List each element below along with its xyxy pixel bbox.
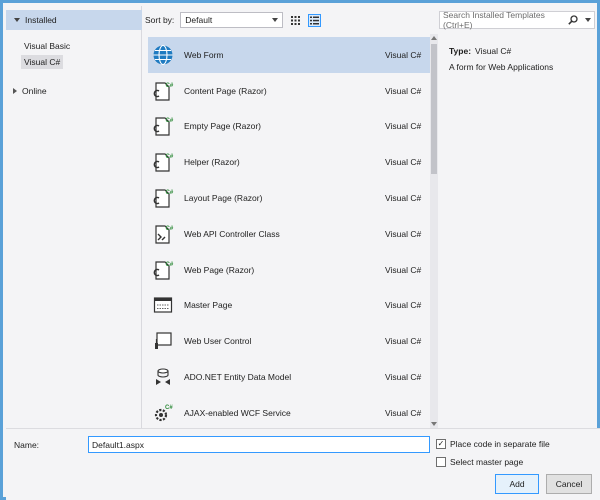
search-icon[interactable] bbox=[568, 15, 578, 25]
cancel-button-label: Cancel bbox=[555, 479, 583, 489]
razor-page-icon: C# bbox=[151, 79, 175, 103]
template-row-web-form[interactable]: Web Form Visual C# bbox=[148, 37, 432, 73]
template-language: Visual C# bbox=[385, 300, 422, 311]
template-details: Type: Visual C# A form for Web Applicati… bbox=[449, 43, 595, 75]
razor-page-icon: C# bbox=[151, 186, 175, 210]
template-row-empty-page-razor[interactable]: C# Empty Page (Razor) Visual C# bbox=[148, 109, 432, 145]
list-view-icon bbox=[310, 16, 320, 24]
template-description: A form for Web Applications bbox=[449, 62, 554, 72]
template-row-web-api-controller[interactable]: C# Web API Controller Class Visual C# bbox=[148, 216, 432, 252]
template-row-content-page-razor[interactable]: C# Content Page (Razor) Visual C# bbox=[148, 73, 432, 109]
template-language: Visual C# bbox=[385, 121, 422, 132]
svg-text:C#: C# bbox=[166, 226, 174, 232]
sort-toolbar: Sort by: Default bbox=[145, 11, 432, 29]
add-button-label: Add bbox=[509, 479, 525, 489]
name-input-value: Default1.aspx bbox=[92, 439, 144, 450]
tree-node-online-label: Online bbox=[22, 86, 47, 96]
grid-view-icon bbox=[291, 15, 301, 25]
template-row-web-user-control[interactable]: Web User Control Visual C# bbox=[148, 323, 432, 359]
select-master-checkbox[interactable] bbox=[436, 457, 446, 467]
svg-text:C#: C# bbox=[166, 83, 174, 89]
scroll-up-icon[interactable] bbox=[431, 36, 437, 40]
select-master-label: Select master page bbox=[450, 457, 524, 467]
master-page-icon bbox=[151, 293, 175, 317]
template-language: Visual C# bbox=[385, 228, 422, 239]
search-placeholder: Search Installed Templates (Ctrl+E) bbox=[443, 10, 545, 30]
type-label: Type: bbox=[449, 46, 472, 56]
user-control-icon bbox=[151, 329, 175, 353]
tree-node-visual-basic[interactable]: Visual Basic bbox=[21, 39, 73, 53]
template-language: Visual C# bbox=[385, 85, 422, 96]
cancel-button[interactable]: Cancel bbox=[546, 474, 592, 494]
type-value: Visual C# bbox=[475, 46, 512, 56]
place-code-label: Place code in separate file bbox=[450, 439, 550, 449]
chevron-down-icon bbox=[272, 18, 279, 22]
place-code-option[interactable]: ✓ Place code in separate file bbox=[436, 439, 550, 449]
template-row-master-page[interactable]: Master Page Visual C# bbox=[148, 288, 432, 324]
svg-text:C#: C# bbox=[166, 190, 174, 196]
template-list-scrollbar[interactable] bbox=[430, 34, 438, 428]
razor-page-icon: C# bbox=[151, 258, 175, 282]
sort-label: Sort by: bbox=[145, 15, 175, 25]
template-language: Visual C# bbox=[385, 49, 422, 60]
wcf-service-icon: C# bbox=[151, 401, 175, 425]
entity-model-icon bbox=[151, 365, 175, 389]
template-list-pane: Web Form Visual C# C# Content Page (Razo… bbox=[145, 34, 432, 428]
template-language: Visual C# bbox=[385, 157, 422, 168]
search-templates-input[interactable]: Search Installed Templates (Ctrl+E) bbox=[439, 10, 595, 30]
tree-node-installed[interactable]: Installed bbox=[6, 10, 142, 30]
tree-node-online[interactable]: Online bbox=[13, 84, 47, 98]
scrollbar-thumb[interactable] bbox=[431, 44, 437, 174]
add-button[interactable]: Add bbox=[495, 474, 539, 494]
globe-icon bbox=[151, 43, 175, 67]
template-row-web-page-razor[interactable]: C# Web Page (Razor) Visual C# bbox=[148, 252, 432, 288]
place-code-checkbox[interactable]: ✓ bbox=[436, 439, 446, 449]
expand-down-icon[interactable] bbox=[14, 18, 20, 22]
template-language: Visual C# bbox=[385, 407, 422, 418]
small-icons-view-button[interactable] bbox=[289, 14, 302, 27]
razor-page-icon: C# bbox=[151, 114, 175, 138]
search-options-chevron-icon[interactable] bbox=[585, 18, 591, 22]
template-language: Visual C# bbox=[385, 372, 422, 383]
name-input[interactable]: Default1.aspx bbox=[88, 436, 430, 453]
template-language: Visual C# bbox=[385, 264, 422, 275]
tree-node-installed-label: Installed bbox=[25, 15, 57, 25]
template-list: Web Form Visual C# C# Content Page (Razo… bbox=[148, 37, 432, 431]
template-row-helper-razor[interactable]: C# Helper (Razor) Visual C# bbox=[148, 144, 432, 180]
scroll-down-icon[interactable] bbox=[431, 422, 437, 426]
add-new-item-dialog: Installed Visual Basic Visual C# Online … bbox=[0, 0, 600, 500]
details-view-button[interactable] bbox=[308, 13, 322, 27]
template-language: Visual C# bbox=[385, 336, 422, 347]
svg-text:C#: C# bbox=[166, 262, 174, 268]
expand-right-icon[interactable] bbox=[13, 88, 17, 94]
template-category-tree: Installed Visual Basic Visual C# Online bbox=[6, 6, 142, 428]
template-language: Visual C# bbox=[385, 193, 422, 204]
razor-page-icon: C# bbox=[151, 150, 175, 174]
select-master-option[interactable]: Select master page bbox=[436, 457, 523, 467]
svg-text:C#: C# bbox=[166, 118, 174, 124]
svg-text:C#: C# bbox=[165, 405, 173, 411]
svg-text:C#: C# bbox=[166, 154, 174, 160]
sort-dropdown[interactable]: Default bbox=[180, 12, 284, 28]
api-controller-icon: C# bbox=[151, 222, 175, 246]
bottom-panel: Name: Default1.aspx ✓ Place code in sepa… bbox=[6, 428, 600, 500]
template-row-layout-page-razor[interactable]: C# Layout Page (Razor) Visual C# bbox=[148, 180, 432, 216]
tree-node-label: Visual C# bbox=[24, 57, 61, 67]
sort-dropdown-value: Default bbox=[185, 15, 213, 25]
template-row-ado-net-entity-data-model[interactable]: ADO.NET Entity Data Model Visual C# bbox=[148, 359, 432, 395]
tree-node-visual-csharp[interactable]: Visual C# bbox=[21, 55, 64, 69]
tree-node-label: Visual Basic bbox=[24, 41, 71, 51]
name-label: Name: bbox=[14, 440, 40, 450]
template-row-ajax-wcf-service[interactable]: C# AJAX-enabled WCF Service Visual C# bbox=[148, 395, 432, 431]
